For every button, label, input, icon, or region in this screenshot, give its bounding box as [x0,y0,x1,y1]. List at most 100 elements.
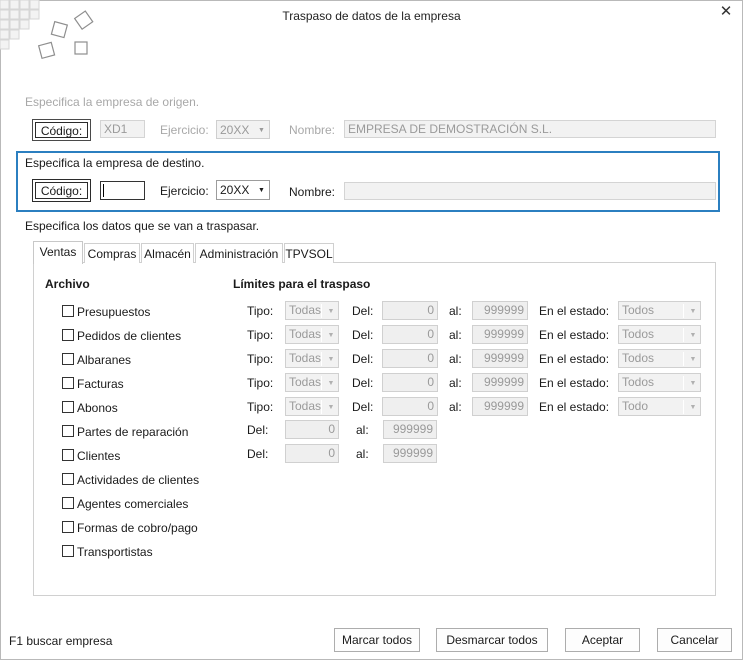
archivo-checkbox[interactable] [62,329,74,341]
mark-all-button[interactable]: Marcar todos [334,628,420,652]
chevron-down-icon: ▼ [327,308,335,315]
tipo-label: Tipo: [247,352,274,366]
archivo-checkbox-label[interactable]: Clientes [77,449,120,463]
tab-ventas[interactable]: Ventas [33,241,83,264]
del-label: Del: [352,376,374,390]
del-label: Del: [352,328,374,342]
estado-select: Todos ▼ [618,301,701,320]
tipo-label: Tipo: [247,400,274,414]
chevron-down-icon: ▼ [258,127,265,134]
al-label: al: [449,376,462,390]
archivo-checkbox[interactable] [62,521,74,533]
al-field: 999999 [383,444,437,463]
del-field: 0 [382,349,438,368]
estado-label: En el estado: [539,400,610,414]
chevron-down-icon: ▼ [689,356,697,363]
chevron-down-icon: ▼ [689,308,697,315]
limits-heading: Límites para el traspaso [233,277,371,291]
origin-name-field: EMPRESA DE DEMOSTRACIÓN S.L. [344,120,716,138]
al-field: 999999 [472,397,528,416]
estado-label: En el estado: [539,328,610,342]
al-field: 999999 [383,420,437,439]
destination-heading: Especifica la empresa de destino. [25,156,205,170]
estado-label: En el estado: [539,304,610,318]
archivo-checkbox-label[interactable]: Transportistas [77,545,153,559]
archivo-checkbox-label[interactable]: Formas de cobro/pago [77,521,198,535]
tipo-select: Todas ▼ [285,349,339,368]
del-field: 0 [382,373,438,392]
estado-label: En el estado: [539,352,610,366]
al-label: al: [449,400,462,414]
destination-name-field [344,182,716,200]
al-label: al: [356,423,369,437]
archivo-checkbox-label[interactable]: Partes de reparación [77,425,188,439]
archivo-checkbox[interactable] [62,377,74,389]
al-field: 999999 [472,373,528,392]
archivo-checkbox[interactable] [62,353,74,365]
destination-code-input[interactable] [100,181,145,200]
del-field: 0 [285,444,339,463]
close-icon[interactable]: ✕ [717,3,735,21]
origin-code-field: XD1 [100,120,145,138]
destination-name-label: Nombre: [289,185,336,199]
origin-name-label: Nombre: [289,123,336,137]
al-field: 999999 [472,301,528,320]
archivo-checkbox[interactable] [62,401,74,413]
chevron-down-icon: ▼ [689,380,697,387]
al-label: al: [449,328,462,342]
unmark-all-button[interactable]: Desmarcar todos [436,628,548,652]
tipo-label: Tipo: [247,328,274,342]
tab-compras[interactable]: Compras [84,243,140,263]
archivo-checkbox-label[interactable]: Albaranes [77,353,131,367]
archivo-checkbox[interactable] [62,497,74,509]
tab-administracion[interactable]: Administración [195,243,283,263]
archivo-checkbox-label[interactable]: Actividades de clientes [77,473,199,487]
estado-label: En el estado: [539,376,610,390]
origin-heading: Especifica la empresa de origen. [25,95,200,109]
archivo-checkbox[interactable] [62,449,74,461]
destination-code-button[interactable]: Código: [32,179,91,202]
archivo-checkbox-label[interactable]: Presupuestos [77,305,150,319]
chevron-down-icon: ▼ [689,404,697,411]
tipo-select: Todas ▼ [285,301,339,320]
origin-code-button: Código: [32,119,91,141]
tab-almacen[interactable]: Almacén [141,243,194,263]
destination-year-select[interactable]: 20XX ▼ [216,180,270,200]
footer-hint: F1 buscar empresa [9,634,113,648]
del-label: Del: [352,304,374,318]
tipo-label: Tipo: [247,376,274,390]
tab-tpvsol[interactable]: TPVSOL [284,243,334,263]
origin-year-select: 20XX ▼ [216,120,270,139]
archivo-checkbox-label[interactable]: Agentes comerciales [77,497,188,511]
del-label: Del: [352,400,374,414]
archivo-checkbox[interactable] [62,425,74,437]
chevron-down-icon: ▼ [327,404,335,411]
tipo-label: Tipo: [247,304,274,318]
del-label: Del: [247,423,269,437]
chevron-down-icon: ▼ [327,356,335,363]
chevron-down-icon: ▼ [258,187,265,194]
al-field: 999999 [472,325,528,344]
estado-select: Todo ▼ [618,397,701,416]
archivo-checkbox-label[interactable]: Pedidos de clientes [77,329,181,343]
chevron-down-icon: ▼ [327,332,335,339]
cancel-button[interactable]: Cancelar [657,628,732,652]
estado-select: Todos ▼ [618,373,701,392]
text-cursor [103,184,104,197]
archivo-checkbox[interactable] [62,545,74,557]
del-field: 0 [382,325,438,344]
al-label: al: [356,447,369,461]
estado-select: Todos ▼ [618,325,701,344]
archivo-checkbox-label[interactable]: Facturas [77,377,124,391]
archivo-checkbox-label[interactable]: Abonos [77,401,118,415]
archivo-heading: Archivo [45,277,90,291]
accept-button[interactable]: Aceptar [565,628,640,652]
del-field: 0 [285,420,339,439]
archivo-checkbox[interactable] [62,305,74,317]
al-label: al: [449,304,462,318]
tipo-select: Todas ▼ [285,397,339,416]
chevron-down-icon: ▼ [327,380,335,387]
del-label: Del: [352,352,374,366]
archivo-checkbox[interactable] [62,473,74,485]
al-label: al: [449,352,462,366]
